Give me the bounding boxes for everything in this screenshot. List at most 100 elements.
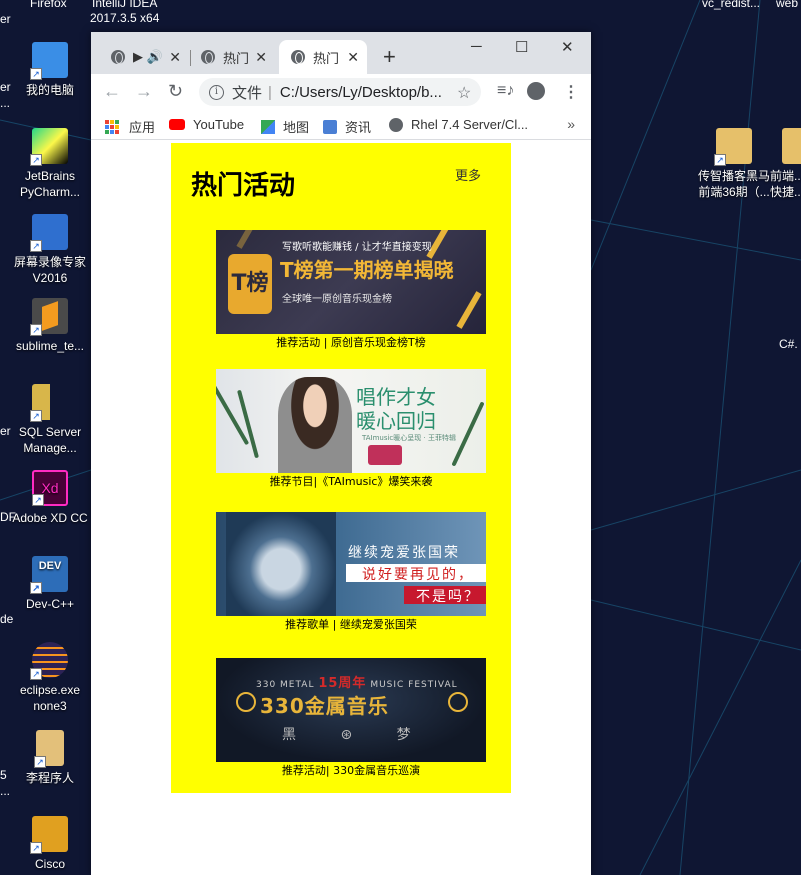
desktop-label-firefox[interactable]: Firefox xyxy=(30,0,67,10)
desktop-icon-folder-frontend[interactable]: 前端... 快捷... xyxy=(770,128,801,200)
news-icon xyxy=(323,119,337,134)
desktop-label-web[interactable]: web xyxy=(776,0,798,10)
banner-headline: 330金属音乐 xyxy=(260,694,389,718)
bookmark-apps[interactable]: 应用 xyxy=(105,117,155,136)
desktop-edge-label: er xyxy=(0,12,11,26)
close-icon[interactable]: ✕ xyxy=(255,49,267,66)
bookmark-youtube[interactable]: YouTube xyxy=(169,117,244,132)
banner-text: 写歌听歌能赚钱 / 让才华直接变现 xyxy=(282,242,432,253)
desktop-icon-eclipse[interactable]: ↗ eclipse.exe none3 xyxy=(8,642,92,714)
screen-recorder-icon: ↗ xyxy=(30,214,68,252)
media-control-icon[interactable]: ≡♪ xyxy=(497,82,514,100)
portrait-photo xyxy=(226,512,336,616)
decorative-leaf xyxy=(451,401,485,467)
hot-activities-panel: 热门活动 更多 T榜 写歌听歌能赚钱 / 让才华直接变现 T榜第一期榜单揭晓 全… xyxy=(171,143,511,793)
desktop-icon-cisco[interactable]: ↗ Cisco xyxy=(8,816,92,872)
back-arrow-icon[interactable]: ← xyxy=(103,81,121,102)
close-icon[interactable]: ✕ xyxy=(347,49,359,66)
banner-text: TAImusic暖心呈现 · 王菲特辑 xyxy=(362,434,456,442)
show-logo-badge xyxy=(368,445,402,465)
activity-caption[interactable]: 推荐歌单 | 继续宠爱张国荣 xyxy=(216,618,486,632)
bookmark-maps[interactable]: 地图 xyxy=(261,117,309,136)
singer-photo xyxy=(278,377,352,473)
banner-taimusic[interactable]: 唱作才女 暖心回归 TAImusic暖心呈现 · 王菲特辑 xyxy=(216,369,486,473)
activity-caption[interactable]: 推荐活动| 330金属音乐巡演 xyxy=(216,764,486,778)
banner-quote-box: 说好要再见的， xyxy=(346,564,486,583)
desktop-icon-sql-server[interactable]: ↗ SQL Server Manage... xyxy=(8,384,92,456)
page-content: 热门活动 更多 T榜 写歌听歌能赚钱 / 让才华直接变现 T榜第一期榜单揭晓 全… xyxy=(91,143,591,875)
address-url[interactable]: C:/Users/Ly/Desktop/b... xyxy=(280,84,450,101)
desktop-icon-adobe-xd[interactable]: Xd ↗ Adobe XD CC xyxy=(8,470,92,526)
desktop-edge-label: ... xyxy=(0,784,11,798)
desktop-icon-pycharm[interactable]: ↗ JetBrains PyCharm... xyxy=(8,128,92,200)
desktop-icon-devcpp[interactable]: DEV ↗ Dev-C++ xyxy=(8,556,92,612)
festival-emblem-icon xyxy=(236,692,256,712)
tab-hot-1[interactable]: 热门 ✕ xyxy=(189,40,275,74)
globe-icon xyxy=(201,50,215,64)
banner-330-metal[interactable]: 330 METAL 15周年 MUSIC FESTIVAL 330金属音乐 黑 … xyxy=(216,658,486,762)
activity-caption[interactable]: 推荐活动 | 原创音乐现金榜T榜 xyxy=(216,336,486,350)
bookmarks-bar: 应用 YouTube 地图 资讯 Rhel 7.4 Server/Cl... » xyxy=(91,110,591,140)
desktop-icon-screen-recorder[interactable]: ↗ 屏幕录像专家 V2016 xyxy=(8,214,92,286)
document-icon: ↗ xyxy=(34,730,64,768)
address-scheme-label: 文件 xyxy=(232,84,263,102)
pycharm-icon: ↗ xyxy=(30,128,68,166)
desktop-icon-my-computer[interactable]: ↗ 我的电脑 xyxy=(8,42,92,98)
close-window-button[interactable]: ✕ xyxy=(561,38,574,56)
folder-icon xyxy=(782,128,801,164)
tab-label: 热门 xyxy=(223,50,250,66)
tab-label: 热门 xyxy=(313,50,340,66)
desktop-label-intellij-version: 2017.3.5 x64 xyxy=(90,11,160,25)
bookmarks-overflow-button[interactable]: » xyxy=(567,116,575,132)
sublime-icon: ↗ xyxy=(30,298,68,336)
more-link[interactable]: 更多 xyxy=(455,165,481,184)
desktop-label-intellij[interactable]: IntelliJ IDEA xyxy=(92,0,157,10)
menu-kebab-icon[interactable]: ⋮ xyxy=(563,82,579,102)
bookmark-news[interactable]: 资讯 xyxy=(323,117,371,136)
devcpp-icon: DEV ↗ xyxy=(30,556,68,594)
desktop-label-vcredist[interactable]: vc_redist... xyxy=(702,0,760,10)
banner-headline: 暖心回归 xyxy=(356,409,436,433)
banner-quote-box: 不是吗？ xyxy=(404,586,486,605)
desktop-icon-folder-heima[interactable]: ↗ 传智播客黑马 前端36期（... xyxy=(692,128,776,200)
folder-icon: ↗ xyxy=(714,128,752,166)
globe-icon xyxy=(291,50,305,64)
tab-strip: ▶ 🔊 ✕ 热门 ✕ 热门 ✕ + ─ ☐ ✕ xyxy=(91,32,591,74)
browser-window: ▶ 🔊 ✕ 热门 ✕ 热门 ✕ + ─ ☐ ✕ ← → ↻ i 文件 | C:/… xyxy=(91,32,591,875)
festival-emblem-icon xyxy=(448,692,468,712)
forward-arrow-icon[interactable]: → xyxy=(135,81,153,102)
globe-icon xyxy=(111,50,125,64)
banner-headline: T榜第一期榜单揭晓 xyxy=(280,258,454,282)
activity-item[interactable]: 唱作才女 暖心回归 TAImusic暖心呈现 · 王菲特辑 推荐节目|《TAIm… xyxy=(216,369,486,489)
desktop-edge-label: C#. xyxy=(779,337,798,351)
bookmark-star-icon[interactable]: ☆ xyxy=(457,83,471,103)
decorative-streak xyxy=(236,230,262,249)
address-bar[interactable]: i 文件 | C:/Users/Ly/Desktop/b... xyxy=(199,78,481,106)
banner-leslie-cheung[interactable]: 继续宠爱张国荣 说好要再见的， 不是吗？ xyxy=(216,512,486,616)
activity-item[interactable]: 继续宠爱张国荣 说好要再见的， 不是吗？ 推荐歌单 | 继续宠爱张国荣 xyxy=(216,512,486,632)
close-icon[interactable]: ✕ xyxy=(169,49,181,66)
decorative-streak xyxy=(456,291,482,329)
maximize-button[interactable]: ☐ xyxy=(515,38,528,56)
desktop-icon-sublime[interactable]: ↗ sublime_te... xyxy=(8,298,92,354)
t-chart-logo: T榜 xyxy=(228,254,272,314)
info-icon[interactable]: i xyxy=(209,84,224,100)
banner-t-chart[interactable]: T榜 写歌听歌能赚钱 / 让才华直接变现 T榜第一期榜单揭晓 全球唯一原创音乐现… xyxy=(216,230,486,334)
sql-server-icon: ↗ xyxy=(30,384,68,422)
minimize-button[interactable]: ─ xyxy=(471,38,482,55)
desktop-icon-document[interactable]: ↗ 李程序人 xyxy=(8,730,92,786)
new-tab-button[interactable]: + xyxy=(383,44,396,70)
desktop-edge-label: ... xyxy=(0,96,11,110)
tab-hot-active[interactable]: 热门 ✕ xyxy=(279,40,367,74)
banner-text: 全球唯一原创音乐现金榜 xyxy=(282,294,392,305)
activity-item[interactable]: 330 METAL 15周年 MUSIC FESTIVAL 330金属音乐 黑 … xyxy=(216,658,486,778)
profile-avatar-icon[interactable] xyxy=(527,82,545,105)
reload-icon[interactable]: ↻ xyxy=(168,81,183,102)
cisco-icon: ↗ xyxy=(30,816,68,854)
tab-audio[interactable]: ▶ 🔊 ✕ xyxy=(99,40,189,74)
apps-icon xyxy=(105,119,119,134)
bookmark-rhel[interactable]: Rhel 7.4 Server/Cl... xyxy=(389,117,528,132)
tab-label: ▶ 🔊 xyxy=(133,49,163,64)
activity-caption[interactable]: 推荐节目|《TAImusic》爆笑来袭 xyxy=(216,475,486,489)
activity-item[interactable]: T榜 写歌听歌能赚钱 / 让才华直接变现 T榜第一期榜单揭晓 全球唯一原创音乐现… xyxy=(216,230,486,350)
